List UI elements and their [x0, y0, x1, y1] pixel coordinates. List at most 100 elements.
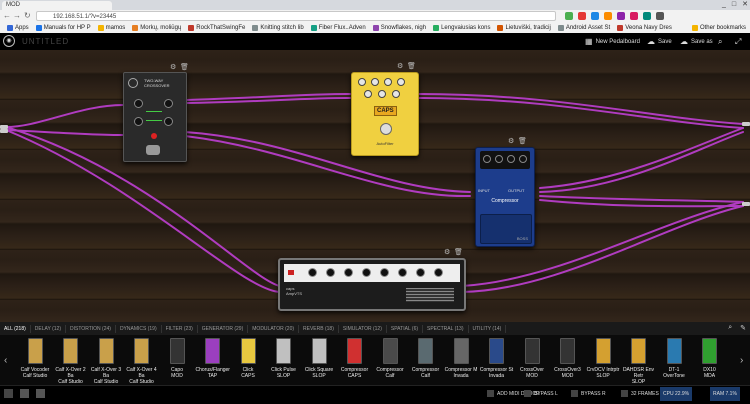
plugin-tile[interactable]: Click Square SLOP [302, 338, 336, 379]
banks-icon[interactable] [20, 389, 29, 398]
bookmark[interactable]: Snowflakes, nigh [372, 24, 426, 31]
buffer-size[interactable]: 32 FRAMES [621, 390, 659, 397]
tab-spatial[interactable]: SPATIAL (6) [387, 324, 424, 333]
knob[interactable] [164, 99, 173, 108]
knob[interactable] [362, 268, 371, 277]
plugin-tile[interactable]: DT-1 OverTone [657, 338, 691, 379]
extension-icon[interactable] [578, 12, 586, 20]
bookmark[interactable]: Lietuviški, tradicij [497, 24, 551, 31]
bookmark[interactable]: mamos [97, 24, 125, 31]
tab-spectral[interactable]: SPECTRAL (13) [423, 324, 469, 333]
knob[interactable] [371, 78, 379, 86]
footswitch[interactable] [380, 123, 392, 135]
tab-modulator[interactable]: MODULATOR (20) [248, 324, 300, 333]
bookmark[interactable]: RockThatSwingFe [188, 24, 245, 31]
knob[interactable] [134, 117, 143, 126]
knob[interactable] [397, 78, 405, 86]
tab-distortion[interactable]: DISTORTION (24) [66, 324, 116, 333]
maximize-icon[interactable]: □ [732, 0, 736, 10]
scroll-left-icon[interactable]: ‹ [4, 355, 7, 366]
knob[interactable] [483, 155, 491, 163]
search-icon[interactable]: ⌕ [718, 37, 722, 47]
tab-all[interactable]: ALL (218) [0, 324, 31, 333]
knob[interactable] [398, 268, 407, 277]
bookmark[interactable]: Lengvaiusias kons [433, 24, 490, 31]
plugin-tile[interactable]: Click CAPS [231, 338, 265, 379]
plugin-tile[interactable]: Chorus/Flanger TAP [196, 338, 230, 379]
new-pedalboard-button[interactable]: ▦ New Pedalboard [585, 37, 640, 46]
knob[interactable] [134, 99, 143, 108]
bookmark[interactable]: Manuals for HP P [35, 24, 91, 31]
trash-icon[interactable]: 🗑 [518, 137, 527, 145]
footswitch[interactable] [146, 145, 160, 155]
footswitch[interactable]: BOSS [480, 214, 532, 244]
menu-icon[interactable] [656, 12, 664, 20]
bookmark[interactable]: Morkų, moliūgų [132, 24, 181, 31]
gear-icon[interactable]: ⚙ [397, 62, 403, 70]
tab-utility[interactable]: UTILITY (14) [469, 324, 507, 333]
tab-simulator[interactable]: SIMULATOR (12) [339, 324, 387, 333]
knob[interactable] [392, 90, 400, 98]
tab-delay[interactable]: DELAY (12) [31, 324, 66, 333]
forward-icon[interactable]: → [13, 11, 21, 21]
settings-icon[interactable] [36, 389, 45, 398]
bookmark[interactable]: Veona Navy Dres [617, 24, 672, 31]
knob[interactable] [380, 268, 389, 277]
browser-tab[interactable]: MOD [2, 1, 112, 10]
plugin-tile[interactable]: Capo MOD [160, 338, 194, 379]
search-icon[interactable]: ⌕ [728, 324, 732, 332]
knob[interactable] [507, 155, 515, 163]
bypass-l-button[interactable]: BYPASS L [524, 390, 558, 397]
save-button[interactable]: ☁ Save [647, 37, 672, 46]
compressor-pedal[interactable]: INPUT OUTPUT Compressor BOSS [475, 147, 535, 247]
plugin-tile[interactable]: Calf X-Over 3 Ba Calf Studio [89, 338, 123, 385]
output-jack-l[interactable] [742, 122, 750, 126]
knob[interactable] [364, 90, 372, 98]
tab-reverb[interactable]: REVERB (18) [299, 324, 339, 333]
amp-plugin[interactable]: caps AmpVTS [278, 258, 466, 311]
pin-icon[interactable]: ✎ [740, 324, 746, 332]
trash-icon[interactable]: 🗑 [454, 248, 463, 256]
plugin-tile[interactable]: CrvDCV Intrptr SLOP [586, 338, 620, 379]
bookmark-apps[interactable]: Apps [7, 24, 29, 31]
crossover-pedal[interactable]: TWO-WAY CROSSOVER [123, 72, 187, 162]
plugin-tile[interactable]: Compressor St Invada [480, 338, 514, 379]
other-bookmarks[interactable]: Other bookmarks [691, 24, 746, 31]
bookmark[interactable]: Android Asset St [557, 24, 610, 31]
gear-icon[interactable]: ⚙ [170, 63, 176, 71]
tab-dynamics[interactable]: DYNAMICS (19) [116, 324, 162, 333]
knob[interactable] [378, 90, 386, 98]
knob[interactable] [495, 155, 503, 163]
mod-logo-icon[interactable]: ◉ [3, 35, 15, 47]
extension-icon[interactable] [643, 12, 651, 20]
knob[interactable] [326, 268, 335, 277]
output-jack-r[interactable] [742, 202, 750, 206]
reload-icon[interactable]: ↻ [24, 11, 31, 21]
plugin-tile[interactable]: Calf X-Over 2 Ba Calf Studio [54, 338, 88, 385]
bypass-r-button[interactable]: BYPASS R [571, 390, 606, 397]
trash-icon[interactable]: 🗑 [180, 63, 189, 71]
extension-icon[interactable] [604, 12, 612, 20]
pedalboard-icon[interactable] [4, 389, 13, 398]
plugin-tile[interactable]: CrossOver MOD [515, 338, 549, 379]
bookmark[interactable]: Knitting stitch lib [252, 24, 304, 31]
plugin-tile[interactable]: Compressor M Invada [444, 338, 478, 379]
back-icon[interactable]: ← [3, 11, 11, 21]
bookmark[interactable]: Fiber Flux..Adven [310, 24, 366, 31]
power-switch[interactable] [288, 270, 294, 275]
tab-filter[interactable]: FILTER (23) [162, 324, 198, 333]
extension-icon[interactable] [565, 12, 573, 20]
knob[interactable] [308, 268, 317, 277]
knob[interactable] [416, 268, 425, 277]
extension-icon[interactable] [591, 12, 599, 20]
plugin-tile[interactable]: Compressor Calf [409, 338, 443, 379]
gear-icon[interactable]: ⚙ [444, 248, 450, 256]
autofilter-pedal[interactable]: CAPS AutoFilter [351, 72, 419, 156]
knob[interactable] [358, 78, 366, 86]
trash-icon[interactable]: 🗑 [407, 62, 416, 70]
plugin-tile[interactable]: CrossOver3 MOD [551, 338, 585, 379]
tab-generator[interactable]: GENERATOR (29) [198, 324, 249, 333]
knob[interactable] [434, 268, 443, 277]
extension-icon[interactable] [630, 12, 638, 20]
plugin-tile[interactable]: Click Pulse SLOP [267, 338, 301, 379]
